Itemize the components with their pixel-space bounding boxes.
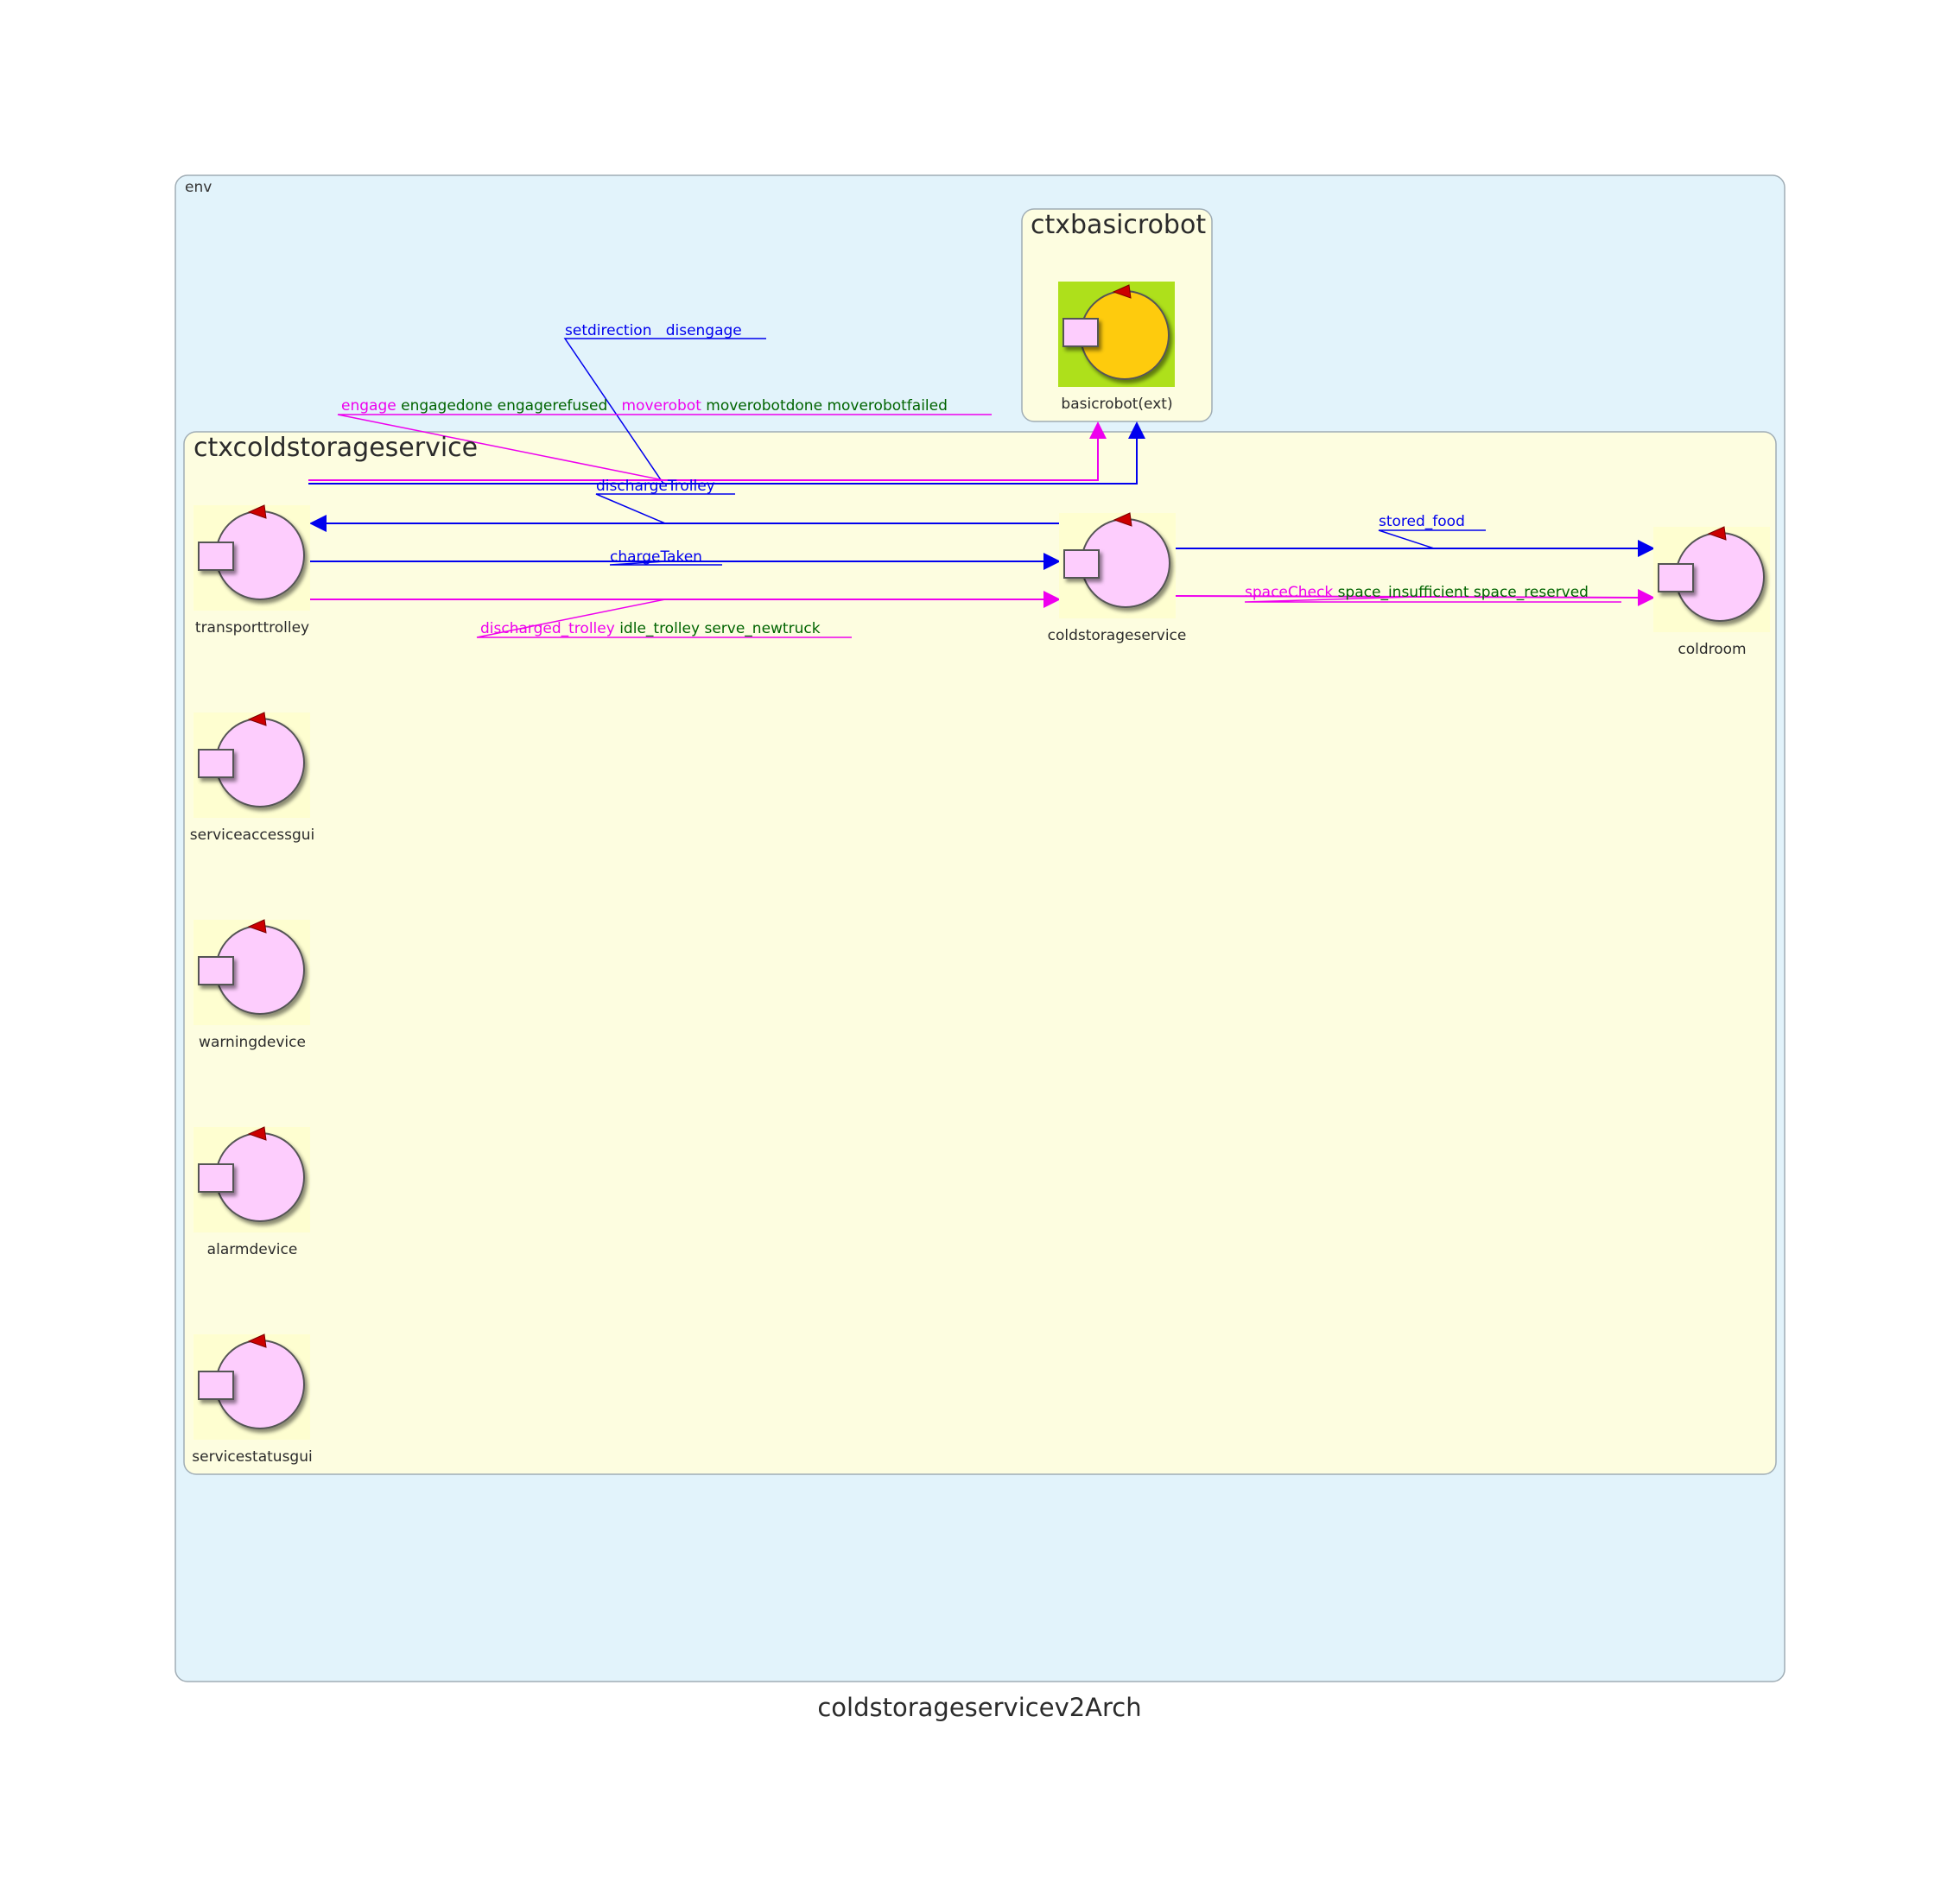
msg-disengage: disengage xyxy=(666,322,742,339)
label-chargeTaken: chargeTaken xyxy=(610,548,702,566)
label-setdirection-disengage: setdirection disengage xyxy=(565,322,742,339)
label-discharged-trolley: discharged_trolley idle_trolley serve_ne… xyxy=(480,620,821,637)
actor-node-warningdevice[interactable] xyxy=(193,919,310,1025)
actor-label-serviceaccessgui: serviceaccessgui xyxy=(189,827,315,844)
label-spaceCheck: spaceCheck space_insufficient space_rese… xyxy=(1245,584,1589,601)
actor-label-servicestatusgui: servicestatusgui xyxy=(192,1448,313,1466)
actor-node-basicrobot[interactable] xyxy=(1058,282,1175,387)
label-stored-food: stored_food xyxy=(1379,513,1465,530)
actor-mailbox-icon xyxy=(1658,563,1694,592)
env-cluster-label: env xyxy=(185,179,212,196)
actor-mailbox-icon xyxy=(198,1371,234,1400)
actor-mailbox-icon xyxy=(198,956,234,985)
diagram-caption: coldstorageservicev2Arch xyxy=(817,1693,1142,1722)
actor-label-warningdevice: warningdevice xyxy=(199,1034,306,1051)
msg-spaceCheck: spaceCheck xyxy=(1245,584,1333,601)
msg-idle-trolley: idle_trolley xyxy=(619,620,700,637)
actor-mailbox-icon xyxy=(198,1163,234,1193)
label-dischargeTrolley: dischargeTrolley xyxy=(596,478,715,495)
actor-label-basicrobot: basicrobot(ext) xyxy=(1061,396,1173,413)
actor-label-transporttrolley: transporttrolley xyxy=(194,619,310,637)
msg-moverobotfailed: moverobotfailed xyxy=(827,397,947,415)
msg-discharged-trolley: discharged_trolley xyxy=(480,620,615,637)
actor-label-alarmdevice: alarmdevice xyxy=(206,1241,298,1258)
actor-mailbox-icon xyxy=(1062,318,1099,347)
actor-mailbox-icon xyxy=(198,749,234,778)
actor-node-alarmdevice[interactable] xyxy=(193,1126,310,1232)
actor-node-serviceaccessgui[interactable] xyxy=(193,712,310,818)
ctxcoldstorageservice-title: ctxcoldstorageservice xyxy=(193,433,479,463)
msg-setdirection: setdirection xyxy=(565,322,651,339)
actor-node-servicestatusgui[interactable] xyxy=(193,1333,310,1440)
actor-label-coldstorageservice: coldstorageservice xyxy=(1047,627,1187,644)
msg-moverobotdone: moverobotdone xyxy=(706,397,822,415)
msg-moverobot: moverobot xyxy=(622,397,702,415)
msg-serve-newtruck: serve_newtruck xyxy=(704,620,820,637)
actor-mailbox-icon xyxy=(1063,549,1100,579)
actor-node-coldroom[interactable] xyxy=(1653,526,1770,632)
actor-node-coldstorageservice[interactable] xyxy=(1059,512,1176,618)
actor-node-transporttrolley[interactable] xyxy=(193,504,310,611)
label-engage-moverobot: engage engagedone engagerefused moverobo… xyxy=(341,397,948,415)
actor-mailbox-icon xyxy=(198,542,234,571)
msg-engagedone: engagedone xyxy=(401,397,492,415)
actor-label-coldroom: coldroom xyxy=(1678,641,1747,658)
msg-engage: engage xyxy=(341,397,396,415)
ctxbasicrobot-title: ctxbasicrobot xyxy=(1031,210,1207,240)
msg-space-reserved: space_reserved xyxy=(1474,584,1589,601)
msg-engagerefused: engagerefused xyxy=(498,397,608,415)
msg-space-insufficient: space_insufficient xyxy=(1338,584,1469,601)
architecture-diagram: setdirection disengage engage engagedone… xyxy=(174,174,1786,1682)
